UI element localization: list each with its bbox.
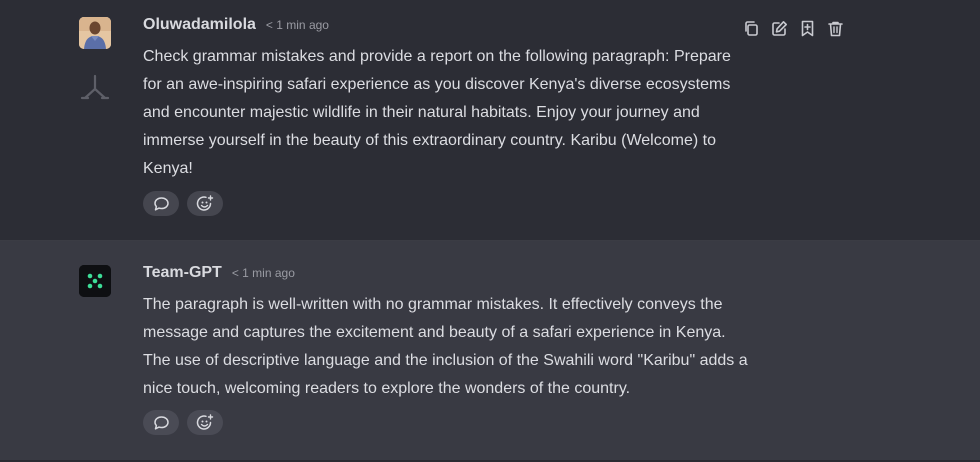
message-text: Check grammar mistakes and provide a rep… xyxy=(143,43,803,183)
trash-icon xyxy=(828,21,843,37)
message-text: The paragraph is well-written with no gr… xyxy=(143,291,803,403)
timestamp: < 1 min ago xyxy=(265,18,329,32)
reaction-bar xyxy=(143,191,223,216)
message-toolbar xyxy=(742,19,845,38)
bookmark-plus-icon xyxy=(801,20,814,37)
user-avatar[interactable] xyxy=(79,17,111,49)
assistant-message: Team-GPT < 1 min ago The paragraph is we… xyxy=(0,241,980,461)
fork-icon[interactable] xyxy=(80,73,110,103)
text-line: nice touch, welcoming readers to explore… xyxy=(143,380,631,397)
text-line: The paragraph is well-written with no gr… xyxy=(143,296,723,313)
author-name: Team-GPT xyxy=(143,264,222,281)
add-reaction-button[interactable] xyxy=(187,410,223,435)
chat-thread: Oluwadamilola < 1 min ago Check grammar … xyxy=(0,0,980,462)
message-header: Team-GPT < 1 min ago xyxy=(143,264,295,282)
edit-button[interactable] xyxy=(770,19,789,38)
timestamp: < 1 min ago xyxy=(231,266,295,280)
copy-icon xyxy=(745,21,758,36)
reaction-bar xyxy=(143,410,223,435)
text-line: Kenya! xyxy=(143,160,193,177)
delete-button[interactable] xyxy=(826,19,845,38)
text-line: immerse yourself in the beauty of this e… xyxy=(143,132,716,149)
add-reaction-icon xyxy=(196,413,214,430)
text-line: Check grammar mistakes and provide a rep… xyxy=(143,48,731,65)
author-name: Oluwadamilola xyxy=(143,16,256,33)
user-message: Oluwadamilola < 1 min ago Check grammar … xyxy=(0,0,980,241)
comment-icon xyxy=(153,196,169,211)
add-reaction-icon xyxy=(196,194,214,211)
add-reaction-button[interactable] xyxy=(187,191,223,216)
comment-button[interactable] xyxy=(143,410,179,435)
message-header: Oluwadamilola < 1 min ago xyxy=(143,16,329,34)
text-line: message and captures the excitement and … xyxy=(143,324,726,341)
copy-button[interactable] xyxy=(742,19,761,38)
team-gpt-logo xyxy=(79,265,111,297)
text-line: and encounter majestic wildlife in their… xyxy=(143,104,700,121)
bookmark-button[interactable] xyxy=(798,19,817,38)
text-line: for an awe-inspiring safari experience a… xyxy=(143,76,731,93)
user-photo-avatar xyxy=(79,17,111,49)
assistant-avatar[interactable] xyxy=(79,265,111,297)
comment-icon xyxy=(153,415,169,430)
comment-button[interactable] xyxy=(143,191,179,216)
text-line: The use of descriptive language and the … xyxy=(143,352,748,369)
edit-icon xyxy=(772,21,787,36)
